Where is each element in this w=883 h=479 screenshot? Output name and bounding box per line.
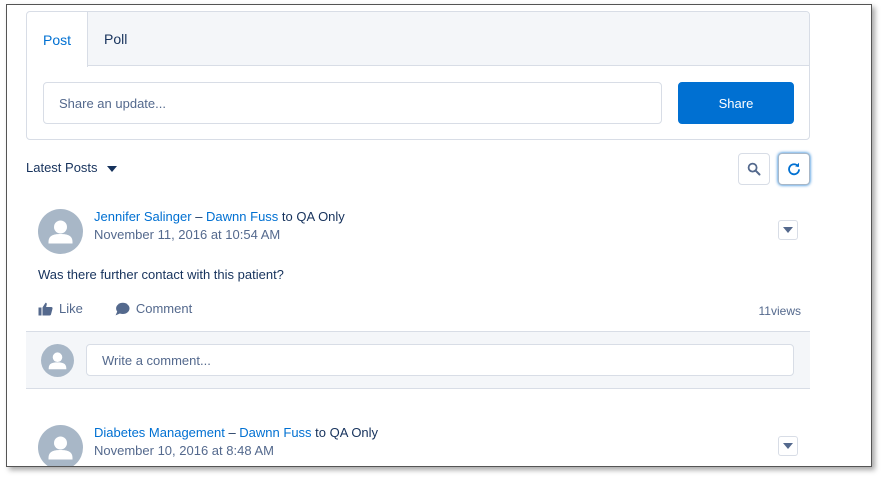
feed-sort-dropdown[interactable]: Latest Posts	[26, 160, 117, 175]
post-recipient-link[interactable]: Dawnn Fuss	[206, 209, 278, 224]
refresh-feed-button[interactable]	[778, 153, 810, 185]
post-author-link[interactable]: Jennifer Salinger	[94, 209, 192, 224]
avatar	[41, 344, 74, 377]
post-views: 11views	[759, 304, 801, 318]
search-feed-button[interactable]	[738, 153, 770, 185]
avatar[interactable]	[38, 209, 83, 254]
refresh-icon	[788, 162, 800, 176]
tab-post[interactable]: Post	[27, 12, 88, 67]
post-timestamp[interactable]: November 11, 2016 at 10:54 AM	[94, 226, 345, 244]
chevron-down-icon	[106, 165, 117, 172]
chevron-down-icon	[783, 443, 793, 449]
comment-input[interactable]	[86, 344, 794, 376]
post-group-name[interactable]: QA Only	[296, 209, 344, 224]
comment-label: Comment	[135, 301, 193, 316]
post-actions-menu-button[interactable]	[778, 220, 798, 240]
share-button[interactable]: Share	[678, 82, 794, 124]
post-to-text: to	[315, 425, 327, 440]
screenshot-frame: Post Poll Share Latest Posts	[6, 4, 872, 467]
comment-button[interactable]: Comment	[115, 301, 192, 316]
search-icon	[747, 162, 761, 176]
post-author-link[interactable]: Diabetes Management	[94, 425, 225, 440]
user-icon	[48, 352, 67, 370]
like-button[interactable]: Like	[38, 301, 83, 316]
views-label: views	[770, 304, 801, 318]
post-header: Diabetes Management – Dawnn Fuss to QA O…	[94, 424, 378, 460]
comment-icon	[115, 302, 130, 315]
post-header: Jennifer Salinger – Dawnn Fuss to QA Onl…	[94, 208, 345, 244]
feed-sort-label: Latest Posts	[26, 160, 98, 175]
like-label: Like	[59, 301, 83, 316]
thumbs-up-icon	[38, 302, 53, 315]
post-recipient-link[interactable]: Dawnn Fuss	[239, 425, 311, 440]
comment-composer	[26, 331, 810, 389]
tab-poll[interactable]: Poll	[88, 12, 143, 66]
views-count: 11	[758, 304, 771, 318]
chevron-down-icon	[783, 227, 793, 233]
post-actions: Like Comment	[38, 301, 224, 316]
share-update-input[interactable]	[43, 82, 662, 124]
user-icon	[48, 220, 73, 244]
user-icon	[48, 436, 73, 460]
avatar[interactable]	[38, 425, 83, 466]
post-timestamp[interactable]: November 10, 2016 at 8:48 AM	[94, 442, 378, 460]
post-group-name[interactable]: QA Only	[330, 425, 378, 440]
publisher-tabs: Post Poll	[27, 12, 809, 67]
post-actions-menu-button[interactable]	[778, 436, 798, 456]
post-separator: –	[195, 209, 203, 224]
post-body: Was there further contact with this pati…	[38, 267, 284, 282]
post-separator: –	[228, 425, 236, 440]
publisher: Post Poll Share	[26, 11, 810, 140]
post-to-text: to	[281, 209, 293, 224]
